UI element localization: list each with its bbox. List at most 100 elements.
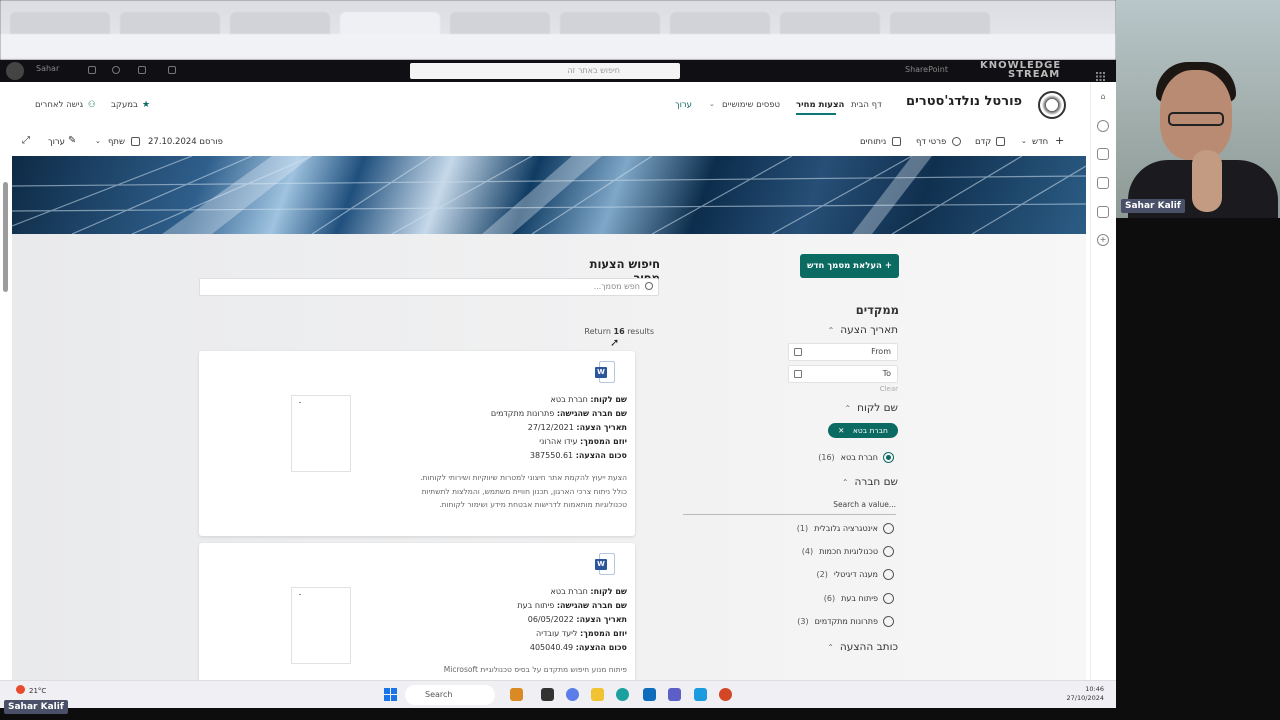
word-icon[interactable]: W: [595, 553, 615, 575]
company-option[interactable]: פיתוח בעת (6): [700, 593, 894, 607]
taskbar-app-icon[interactable]: [566, 688, 579, 701]
browser-tab-bar[interactable]: [0, 8, 1116, 34]
analytics-button[interactable]: ניתוחים: [860, 137, 886, 147]
teams-icon[interactable]: [668, 688, 681, 701]
gear-icon[interactable]: [952, 137, 961, 146]
close-icon[interactable]: ✕: [838, 426, 844, 435]
radio-button[interactable]: [883, 452, 894, 463]
result-card[interactable]: W שם לקוח: חברת בטא שם חברה שהגישה: פיתו…: [199, 543, 635, 693]
new-chevron-icon[interactable]: ⌄: [1021, 137, 1027, 145]
author-refiner-header[interactable]: כותב ההצעה ⌃: [790, 641, 898, 653]
app-bar: ⌂ +: [1090, 82, 1116, 680]
selected-filter-label: חברת בטא: [852, 426, 888, 435]
date-value: 06/05/2022: [527, 615, 574, 624]
settings-icon[interactable]: [112, 66, 120, 74]
chevron-down-icon: ⌃: [827, 643, 834, 652]
promote-button[interactable]: קדם: [975, 137, 991, 147]
customer-refiner-header[interactable]: שם לקוח ⌃: [790, 402, 898, 414]
company-search-input[interactable]: Search a value...: [683, 499, 896, 515]
edit-button[interactable]: ערוך: [48, 137, 65, 147]
expand-icon[interactable]: ⤢: [22, 135, 30, 146]
card-description: הצעת ייעוץ להקמת אתר חיצוני למטרות שיווק…: [420, 473, 627, 509]
waffle-icon[interactable]: [1096, 66, 1105, 81]
share-button[interactable]: שתף: [108, 137, 125, 147]
webcam-video: [1116, 0, 1280, 218]
taskbar-app-icon[interactable]: [541, 688, 554, 701]
company-option[interactable]: אינטגרציה גלובלית (1): [700, 523, 894, 537]
new-button[interactable]: חדש: [1032, 137, 1048, 147]
site-title[interactable]: פורטל נולדג'סטרים: [906, 94, 1022, 109]
site-access-button[interactable]: גישה לאחרים: [35, 100, 83, 110]
radio-button[interactable]: [883, 616, 894, 627]
radio-button[interactable]: [883, 569, 894, 580]
analytics-icon[interactable]: [892, 137, 901, 146]
share-people-icon[interactable]: ⚇: [88, 100, 96, 110]
share-chevron-icon[interactable]: ⌄: [95, 137, 101, 145]
date-refiner-header[interactable]: תאריך הצעה ⌃: [790, 324, 898, 336]
share-icon[interactable]: [138, 66, 146, 74]
news-icon[interactable]: [1097, 148, 1109, 160]
windows-start-icon[interactable]: [384, 688, 397, 701]
nav-edit[interactable]: ערוך: [675, 100, 692, 110]
following-button[interactable]: במעקב: [111, 100, 138, 110]
edge-icon[interactable]: [616, 688, 629, 701]
brand-logo: KNOWLEDGE STREAM: [980, 61, 1061, 80]
nav-home[interactable]: דף הבית: [851, 100, 882, 110]
folder-icon[interactable]: [591, 688, 604, 701]
taskbar-search[interactable]: Search: [405, 685, 495, 705]
nav-price-quotes[interactable]: הצעות מחיר: [796, 100, 844, 110]
date-from-input[interactable]: From: [788, 343, 898, 361]
clear-dates-link[interactable]: Clear: [860, 385, 898, 393]
radio-button[interactable]: [883, 523, 894, 534]
chat-icon[interactable]: [168, 66, 176, 74]
taskbar-app-icon[interactable]: [510, 688, 523, 701]
company-option[interactable]: טכנולוגיות חכמות (4): [700, 546, 894, 560]
powerpoint-icon[interactable]: [719, 688, 732, 701]
promote-icon[interactable]: [996, 137, 1005, 146]
radio-button[interactable]: [883, 546, 894, 557]
selected-filter-pill[interactable]: חברת בטא ✕: [828, 423, 898, 438]
document-thumbnail[interactable]: [291, 395, 351, 472]
document-thumbnail[interactable]: [291, 587, 351, 664]
suite-search-input[interactable]: חיפוש באתר זה: [410, 63, 680, 79]
radio-button[interactable]: [883, 593, 894, 604]
date-value: 27/12/2021: [527, 423, 574, 432]
add-icon[interactable]: +: [1097, 234, 1109, 246]
company-value: פתרונות מתקדמים: [490, 409, 555, 418]
document-search-input[interactable]: חפש מסמך...: [199, 278, 659, 296]
page-details-button[interactable]: פרטי דף: [916, 137, 946, 147]
share-icon[interactable]: [131, 137, 140, 146]
globe-icon[interactable]: [1097, 120, 1109, 132]
taskbar-app-icon[interactable]: [694, 688, 707, 701]
file-icon[interactable]: [1097, 177, 1109, 189]
page-scrollbar[interactable]: [3, 182, 8, 292]
weather-temp[interactable]: 21°C: [29, 687, 46, 695]
following-star-icon[interactable]: ★: [142, 100, 150, 110]
database-icon[interactable]: [1097, 206, 1109, 218]
clock-date: 27/10/2024: [1066, 694, 1104, 702]
customer-option[interactable]: חברת בטא (16): [700, 452, 894, 466]
notes-icon[interactable]: [88, 66, 96, 74]
date-to-input[interactable]: To: [788, 365, 898, 383]
nav-useful-forms[interactable]: טפסים שימושיים: [722, 100, 780, 110]
chevron-up-icon: ⌃: [841, 478, 849, 487]
outlook-icon[interactable]: [643, 688, 656, 701]
participant-name-tag: Sahar Kalif: [4, 700, 68, 714]
nav-forms-chevron-icon[interactable]: ⌄: [709, 100, 715, 108]
address-bar[interactable]: [0, 34, 1116, 58]
company-refiner-header[interactable]: שם חברה ⌃: [790, 476, 898, 488]
option-label: פיתוח בעת: [841, 594, 878, 603]
company-option[interactable]: פתרונות מתקדמים (3): [700, 616, 894, 630]
upload-new-document-button[interactable]: + העלאת מסמך חדש: [800, 254, 899, 278]
home-icon[interactable]: ⌂: [1097, 92, 1109, 104]
weather-icon[interactable]: [16, 685, 25, 694]
company-option[interactable]: מענה דיגיטלי (2): [700, 569, 894, 583]
site-logo[interactable]: [1038, 91, 1066, 119]
taskbar-clock[interactable]: 10:46 27/10/2024: [1060, 685, 1104, 703]
result-card[interactable]: W שם לקוח: חברת בטא שם חברה שהגישה: פתרו…: [199, 351, 635, 536]
amount-value: 387550.61: [529, 451, 574, 460]
pencil-icon[interactable]: ✎: [68, 135, 76, 146]
word-icon[interactable]: W: [595, 361, 615, 383]
app-launcher-icon[interactable]: [6, 62, 24, 80]
new-plus-icon[interactable]: +: [1055, 134, 1064, 147]
